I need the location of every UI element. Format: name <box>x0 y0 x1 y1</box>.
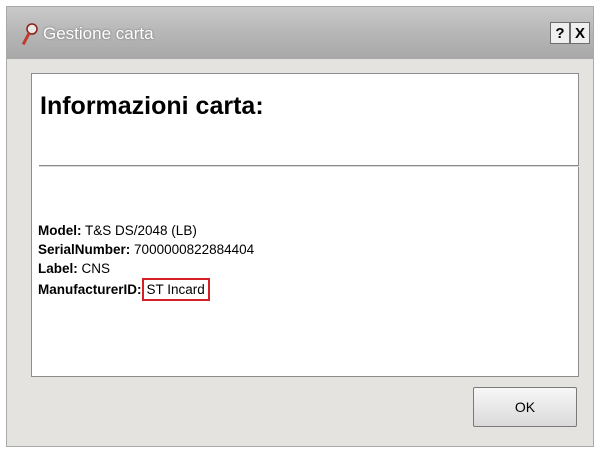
label-label: Label: <box>38 261 78 276</box>
title-bar[interactable]: Gestione carta ? X <box>7 7 593 59</box>
label-row: Label: CNS <box>38 259 254 278</box>
key-icon <box>21 23 38 46</box>
card-info-list: Model: T&S DS/2048 (LB) SerialNumber: 70… <box>38 221 254 301</box>
ok-button[interactable]: OK <box>473 387 577 427</box>
card-info-panel: Informazioni carta: Model: T&S DS/2048 (… <box>31 73 579 377</box>
close-button[interactable]: X <box>570 22 590 44</box>
card-management-dialog: Gestione carta ? X Informazioni carta: M… <box>6 6 594 447</box>
model-row: Model: T&S DS/2048 (LB) <box>38 221 254 240</box>
window-title: Gestione carta <box>43 24 154 43</box>
divider <box>39 165 579 167</box>
manufacturer-id-value: ST Incard <box>141 278 210 301</box>
manufacturer-id-label: ManufacturerID: <box>38 282 142 297</box>
serial-number-label: SerialNumber: <box>38 242 131 257</box>
model-value: T&S DS/2048 (LB) <box>85 223 197 238</box>
serial-number-value: 7000000822884404 <box>134 242 255 257</box>
manufacturer-id-row: ManufacturerID: ST Incard <box>38 278 254 301</box>
panel-heading: Informazioni carta: <box>40 92 264 120</box>
model-label: Model: <box>38 223 82 238</box>
label-value: CNS <box>81 261 111 276</box>
help-button[interactable]: ? <box>550 22 570 44</box>
serial-number-row: SerialNumber: 7000000822884404 <box>38 240 254 259</box>
